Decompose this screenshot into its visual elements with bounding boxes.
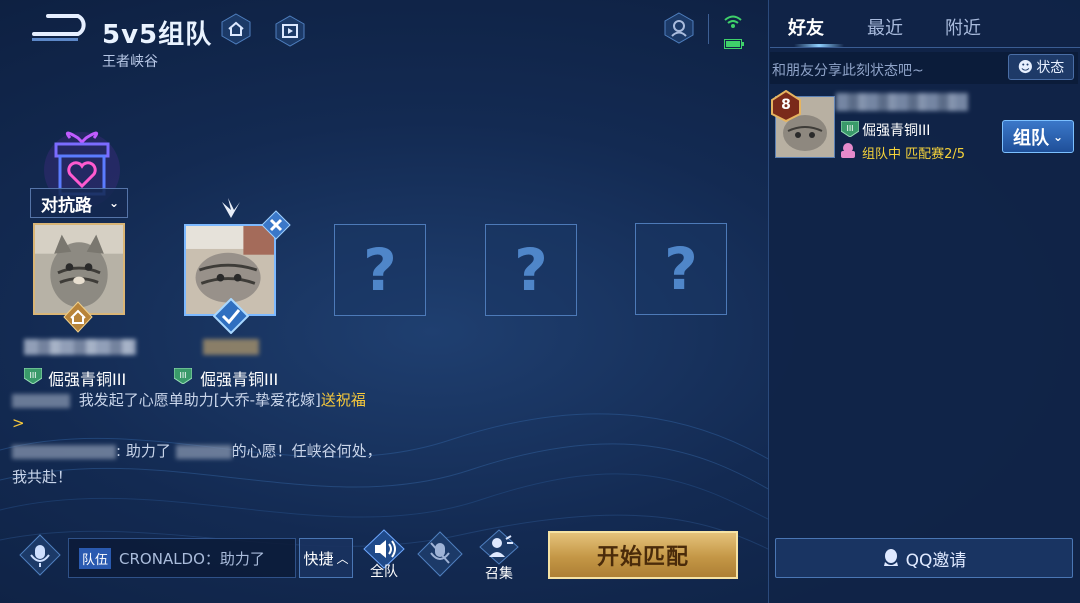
player-rank: 倔强青铜III [200,370,279,389]
battery-icon [724,34,744,53]
team-slot-3-empty[interactable]: ? [334,224,426,316]
qq-icon [883,549,898,566]
wifi-icon [723,14,743,34]
kick-button[interactable] [261,210,291,244]
replay-button[interactable] [275,15,305,47]
team-slot-4-empty[interactable]: ? [485,224,577,316]
header-divider [708,14,709,44]
chat-arrow[interactable]: > [12,414,25,432]
room-title: 5v5组队 [102,20,213,50]
svg-text:III: III [29,371,36,380]
all-team-voice-button[interactable]: 全队 [359,529,409,580]
room-subtitle: 王者峡谷 [102,54,158,70]
chat-text: 的心愿！任峡谷何处， [231,442,382,460]
quick-chat-button[interactable]: 快捷 ︿ [299,538,353,578]
start-match-button[interactable]: 开始匹配 [548,531,738,579]
chat-text: : 助力了 [116,442,171,460]
chat-input[interactable]: 队伍 CRONALDO：助力了 [68,538,296,578]
home-button[interactable] [221,13,251,45]
player-name-hidden [203,339,259,355]
ready-badge [212,297,250,338]
name-hidden [175,444,232,459]
chevron-up-icon: ︿ [336,551,349,566]
emoji-icon: ☻ [1017,58,1034,76]
rank-badge-icon: III [174,368,192,384]
voice-icon [35,545,45,559]
panel-divider [770,47,1080,48]
player-avatar [35,225,123,313]
question-mark: ? [514,236,548,304]
status-button-label: 状态 [1036,60,1065,76]
chat-message-1: 我发起了心愿单助力[大乔-挚爱花嫁]送祝福 [12,389,366,410]
chat-message-2: : 助力了 的心愿！任峡谷何处， [12,440,382,461]
summon-icon [492,538,502,548]
qq-invite-label: QQ邀请 [905,550,967,571]
wing-icon [218,196,244,224]
tab-friends[interactable]: 好友 [788,14,824,40]
team-slot-5-empty[interactable]: ? [635,223,727,315]
friend-rank: 倔强青铜III [862,123,931,139]
friend-name-hidden [836,93,968,111]
all-team-label: 全队 [370,564,398,580]
chevron-down-icon: ⌄ [108,196,119,210]
replay-icon [275,15,305,47]
tab-nearby[interactable]: 附近 [945,14,981,40]
svg-text:III: III [846,124,853,133]
team-status-icon [841,143,855,158]
invite-label: 组队 [1012,127,1049,149]
mic-button[interactable] [417,531,463,581]
host-badge [62,301,94,337]
lane-select[interactable]: 对抗路 ⌄ [30,188,128,218]
status-placeholder: 和朋友分享此刻状态吧~ [772,63,924,79]
home-icon [221,13,251,45]
invite-team-button[interactable]: 组队 ⌄ [1002,120,1074,153]
summon-button[interactable]: 召集 [476,529,522,583]
chat-input-value: CRONALDO：助力了 [119,549,265,568]
channel-tag[interactable]: 队伍 [79,547,112,569]
friend-status: 组队中 匹配赛2/5 [862,147,966,162]
sender-hidden [12,393,70,408]
status-button[interactable]: ☻ 状态 [1008,54,1074,80]
hero-button[interactable] [664,12,694,44]
summon-label: 召集 [485,566,513,582]
friends-panel [768,0,1080,603]
friend-level-badge: 8 [770,90,802,122]
tab-recent[interactable]: 最近 [867,14,903,40]
back-button[interactable] [28,12,88,46]
svg-text:III: III [179,371,186,380]
player-name-hidden [24,339,136,355]
question-mark: ? [664,235,698,303]
hero-icon [664,12,694,44]
qq-invite-button[interactable]: QQ邀请 [775,538,1073,578]
friend-level: 8 [781,97,791,113]
chat-message-3: 我共赴！ [12,468,73,486]
rank-badge-icon: III [841,121,859,137]
chat-text: 我发起了心愿单助力[大乔-挚爱花嫁] [78,391,321,409]
player-rank: 倔强青铜III [48,370,127,389]
rank-badge-icon: III [24,368,42,384]
chevron-down-icon: ⌄ [1052,129,1064,144]
back-icon [32,14,86,41]
bless-link[interactable]: 送祝福 [321,391,366,409]
sender-hidden [12,444,116,459]
voice-setting-button[interactable] [18,533,62,581]
quick-label: 快捷 [303,549,334,568]
question-mark: ? [363,236,397,304]
lane-label: 对抗路 [41,195,92,216]
